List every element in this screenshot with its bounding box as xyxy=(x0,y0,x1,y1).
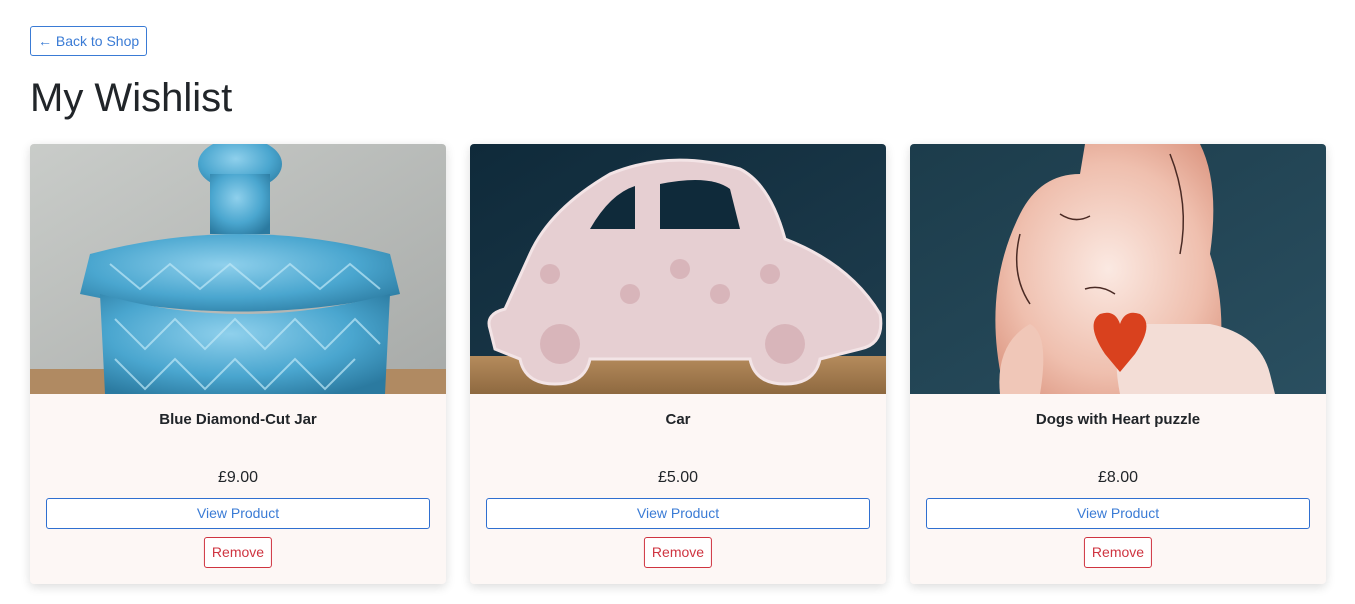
product-price: £5.00 xyxy=(657,469,699,486)
view-product-button[interactable]: View Product xyxy=(486,498,870,529)
product-price: £8.00 xyxy=(1097,469,1139,486)
product-image-blue-jar[interactable] xyxy=(30,144,446,394)
product-name: Blue Diamond-Cut Jar xyxy=(159,411,317,428)
wishlist-card: Blue Diamond-Cut Jar £9.00 View Product … xyxy=(30,144,446,584)
product-name: Dogs with Heart puzzle xyxy=(1035,411,1201,428)
view-product-button[interactable]: View Product xyxy=(926,498,1310,529)
remove-button[interactable]: Remove xyxy=(1083,537,1153,568)
remove-button[interactable]: Remove xyxy=(643,537,713,568)
wishlist-card: Dogs with Heart puzzle £8.00 View Produc… xyxy=(910,144,1326,584)
wishlist-card: Car £5.00 View Product Remove xyxy=(470,144,886,584)
back-to-shop-button[interactable]: ← Back to Shop xyxy=(30,26,148,56)
remove-button[interactable]: Remove xyxy=(203,537,273,568)
wishlist-page: ← Back to Shop My Wishlist Blue Diamond-… xyxy=(0,0,1355,604)
view-product-button[interactable]: View Product xyxy=(46,498,430,529)
product-name: Car xyxy=(665,411,691,428)
page-title: My Wishlist xyxy=(30,76,233,120)
product-image-car[interactable] xyxy=(470,144,886,394)
product-price: £9.00 xyxy=(217,469,259,486)
product-image-dogs-heart[interactable] xyxy=(910,144,1326,394)
